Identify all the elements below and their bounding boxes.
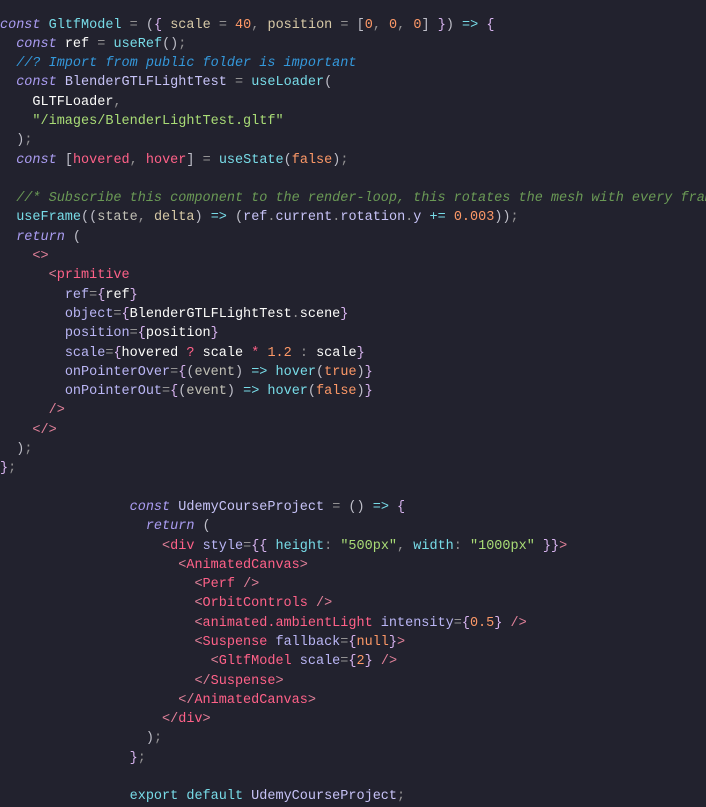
code-editor-surface[interactable]: const GltfModel = ({ scale = 40, positio… (0, 13, 706, 804)
code-line: <GltfModel scale={2} /> (210, 654, 398, 670)
code-line: <primitive (48, 268, 130, 284)
code-line: <> (32, 249, 49, 265)
code-line: <Suspense fallback={null}> (194, 635, 406, 650)
code-line: <AnimatedCanvas> (178, 557, 308, 573)
code-line: }; (0, 461, 17, 477)
code-line: useFrame((state, delta) => (ref.current.… (16, 210, 519, 226)
code-line: <OrbitControls /> (194, 596, 333, 612)
code-line: //* Subscribe this component to the rend… (16, 191, 706, 207)
code-line: ref={ref} (64, 287, 138, 303)
code-line: </div> (162, 712, 211, 728)
code-line: <Perf /> (194, 577, 260, 593)
code-line: onPointerOut={(event) => hover(false)} (64, 384, 373, 400)
code-line: position={position} (64, 326, 219, 342)
code-line: }; (129, 750, 146, 766)
code-line: const ref = useRef(); (16, 36, 187, 52)
code-line: ); (16, 442, 33, 458)
code-line: /> (48, 403, 65, 419)
code-line: const [hovered, hover] = useState(false)… (16, 152, 349, 168)
code-line: <div style={{ height: "500px", width: "1… (162, 538, 568, 554)
code-line: return ( (16, 229, 82, 245)
code-line: //? Import from public folder is importa… (16, 56, 357, 72)
code-line: GLTFLoader, (32, 94, 122, 110)
code-line: ); (16, 133, 33, 149)
code-line: <animated.ambientLight intensity={0.5} /… (194, 615, 527, 631)
code-line: ); (145, 731, 163, 747)
code-line: scale={hovered ? scale * 1.2 : scale} (64, 345, 365, 361)
code-line: "/images/BlenderLightTest.gltf" (32, 113, 284, 129)
code-line: </AnimatedCanvas> (178, 692, 316, 708)
code-line: export default UdemyCourseProject; (129, 789, 406, 805)
code-line: return ( (145, 519, 211, 535)
code-line: const GltfModel = ({ scale = 40, positio… (0, 17, 495, 33)
code-line: const BlenderGTLFLightTest = useLoader( (16, 75, 333, 91)
code-line: </Suspense> (194, 673, 284, 689)
code-block[interactable]: const GltfModel = ({ scale = 40, positio… (0, 14, 706, 807)
code-line: object={BlenderGTLFLightTest.scene} (64, 306, 349, 322)
code-line: onPointerOver={(event) => hover(true)} (64, 364, 373, 380)
code-line: const UdemyCourseProject = () => { (129, 499, 406, 515)
code-line: </> (32, 422, 57, 438)
